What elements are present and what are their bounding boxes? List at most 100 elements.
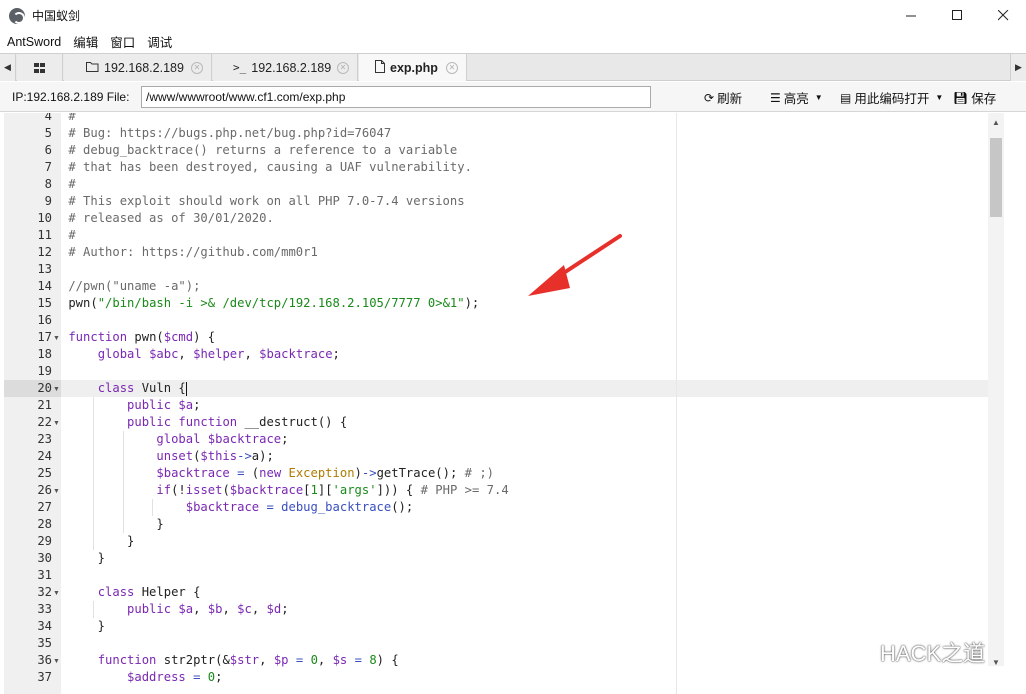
code-editor[interactable]: 4 5 6 7 8 9 10 11 12 13 14 15 16 17 ▼ 18 19 20 ▼ 21 22 ▼ 23 24 2… [4,113,1004,694]
minimize-icon[interactable] [888,0,934,31]
fold-toggle-icon[interactable]: ▼ [53,653,60,670]
code-line[interactable] [61,567,988,584]
line-number: 32 [37,585,52,599]
code-area[interactable]: # # Bug: https://bugs.php.net/bug.php?id… [61,113,988,694]
menu-edit[interactable]: 编辑 [73,32,98,51]
code-line[interactable]: } [61,533,988,550]
line-number: 5 [44,126,52,140]
fold-toggle-icon[interactable]: ▼ [53,415,60,432]
code-line[interactable]: } [61,618,988,635]
code-line[interactable]: global $backtrace; [61,431,988,448]
line-number: 27 [37,500,52,514]
code-line[interactable]: # This exploit should work on all PHP 7.… [61,193,988,210]
editor-vertical-scrollbar[interactable]: ▲ ▼ [988,113,1004,667]
folder-icon [86,61,99,75]
maximize-icon[interactable] [934,0,980,31]
code-line[interactable]: global $abc, $helper, $backtrace; [61,346,988,363]
code-line[interactable]: $backtrace = (new Exception)->getTrace()… [61,465,988,482]
highlight-dropdown[interactable]: ☰ 高亮 ▼ [770,88,823,107]
close-icon[interactable]: ✕ [446,62,458,74]
line-number: 28 [37,517,52,531]
close-icon[interactable]: ✕ [191,62,203,74]
tab-exp-php[interactable]: exp.php ✕ [359,54,467,81]
highlight-label: 高亮 [783,92,809,106]
line-number: 37 [37,670,52,684]
scroll-down-icon[interactable]: ▼ [988,656,1004,670]
menu-antsword[interactable]: AntSword [7,35,61,49]
code-line[interactable] [61,312,988,329]
caret-down-icon: ▼ [935,93,944,102]
tab-scroll-right-icon[interactable]: ▶ [1010,54,1026,81]
close-icon[interactable] [980,0,1026,31]
tab-label: exp.php [390,60,438,75]
open-with-encoding-label: 用此编码打开 [854,92,930,106]
title-bar: 中国蚁剑 [0,0,1026,31]
refresh-button[interactable]: ⟳ 刷新 [704,88,742,107]
wechat-icon [842,641,870,663]
line-number: 35 [37,636,52,650]
menu-window[interactable]: 窗口 [110,32,135,51]
line-number: 16 [37,313,52,327]
code-line[interactable]: public function __destruct() { [61,414,988,431]
code-line[interactable]: # debug_backtrace() returns a reference … [61,142,988,159]
code-line[interactable]: # [61,176,988,193]
code-line[interactable]: function pwn($cmd) { [61,329,988,346]
fold-toggle-icon[interactable]: ▼ [53,330,60,347]
code-line[interactable]: unset($this->a); [61,448,988,465]
window-title: 中国蚁剑 [32,9,81,23]
watermark: HACK之道 [842,636,985,668]
line-number: 14 [37,279,52,293]
fold-toggle-icon[interactable]: ▼ [53,381,60,398]
code-line[interactable] [61,363,988,380]
tab-label: 192.168.2.189 [251,60,332,75]
line-number: 13 [37,262,52,276]
indent-guide [122,431,124,533]
line-number: 30 [37,551,52,565]
menu-debug[interactable]: 调试 [147,32,172,51]
watermark-text: HACK之道 [880,641,986,666]
code-line[interactable]: } [61,516,988,533]
code-line[interactable]: public $a, $b, $c, $d; [61,601,988,618]
tab-strip: ◀ 192.168.2.189 ✕ >_ 192.168.2.189 ✕ exp… [0,53,1026,81]
code-line[interactable]: # Bug: https://bugs.php.net/bug.php?id=7… [61,125,988,142]
list-icon: ☰ [770,90,781,105]
code-line[interactable]: # released as of 30/01/2020. [61,210,988,227]
line-number: 17 [37,330,52,344]
fold-toggle-icon[interactable]: ▼ [53,483,60,500]
tab-file-manager[interactable]: 192.168.2.189 ✕ [64,54,212,81]
red-arrow-icon [528,234,622,296]
code-line[interactable]: if(!isset($backtrace[1]['args'])) { # PH… [61,482,988,499]
code-line[interactable]: $address = 0; [61,669,988,686]
line-number: 33 [37,602,52,616]
code-line[interactable]: } [61,550,988,567]
save-icon: 💾︎ [953,90,969,105]
file-toolbar: IP:192.168.2.189 File: ⟳ 刷新 ☰ 高亮 ▼ ▤ 用此编… [0,82,1026,112]
tab-scroll-left-icon[interactable]: ◀ [0,54,16,81]
tab-home[interactable] [17,54,63,81]
code-line[interactable]: # [61,113,988,125]
save-button[interactable]: 💾︎ 保存 [953,88,996,107]
refresh-icon: ⟳ [704,90,715,105]
line-number: 7 [44,160,52,174]
scrollbar-thumb[interactable] [990,138,1002,217]
fold-toggle-icon[interactable]: ▼ [53,585,60,602]
code-line[interactable]: class Vuln { [61,380,988,397]
code-line[interactable]: public $a; [61,397,988,414]
line-number: 10 [37,211,52,225]
open-with-encoding-dropdown[interactable]: ▤ 用此编码打开 ▼ [840,88,943,107]
grid-icon [34,62,45,73]
scroll-up-icon[interactable]: ▲ [988,116,1004,130]
tab-terminal[interactable]: >_ 192.168.2.189 ✕ [213,54,358,81]
close-icon[interactable]: ✕ [337,62,349,74]
file-path-input[interactable] [141,86,651,108]
code-line[interactable]: class Helper { [61,584,988,601]
line-number: 9 [44,194,52,208]
code-line[interactable]: $backtrace = debug_backtrace(); [61,499,988,516]
terminal-icon: >_ [233,61,247,74]
line-number: 36 [37,653,52,667]
code-line[interactable]: # that has been destroyed, causing a UAF… [61,159,988,176]
line-number-gutter: 4 5 6 7 8 9 10 11 12 13 14 15 16 17 ▼ 18 19 20 ▼ 21 22 ▼ 23 24 2… [4,113,61,694]
antsword-logo-icon [9,7,25,24]
line-number: 11 [37,228,52,242]
tab-label: 192.168.2.189 [104,60,184,75]
